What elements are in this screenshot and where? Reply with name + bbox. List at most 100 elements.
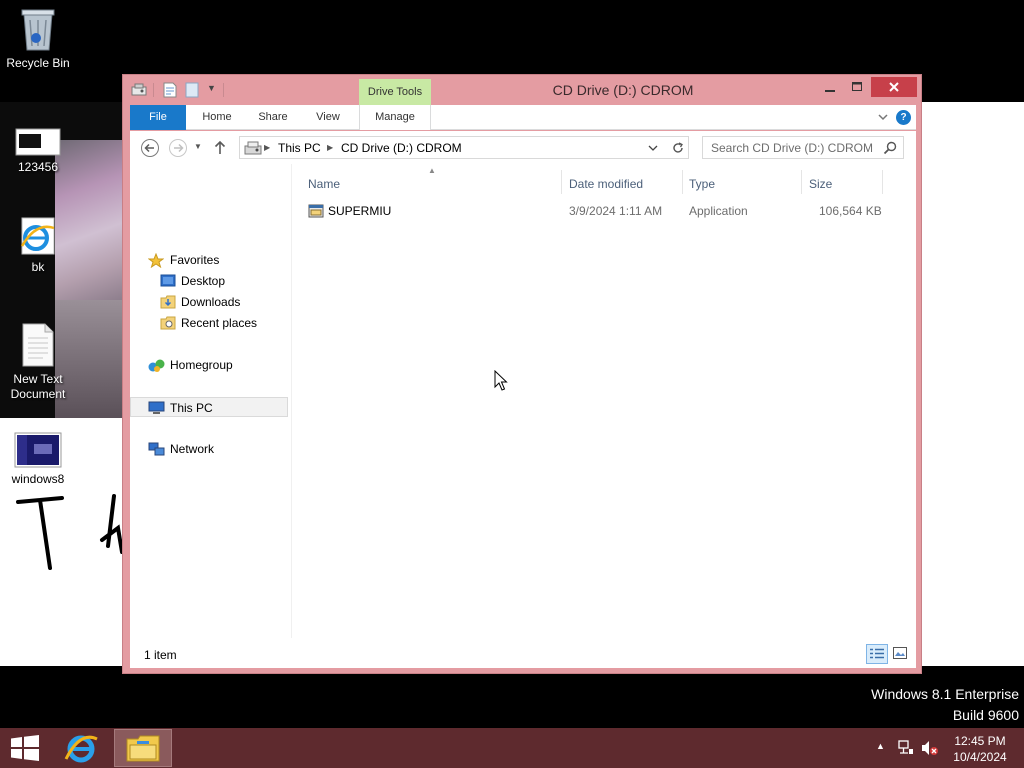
file-name: SUPERMIU <box>328 204 392 218</box>
title-bar[interactable]: ▼ Drive Tools CD Drive (D:) CDROM <box>123 75 921 105</box>
nav-network-label: Network <box>170 442 215 456</box>
clock-date: 10/4/2024 <box>953 750 1007 764</box>
clock-time: 12:45 PM <box>954 734 1006 748</box>
column-header-type[interactable]: Type <box>689 174 715 194</box>
image-file-icon <box>15 128 61 156</box>
tab-share[interactable]: Share <box>248 105 298 130</box>
tab-manage[interactable]: Manage <box>359 105 431 130</box>
column-divider[interactable] <box>801 170 802 194</box>
network-icon <box>148 442 165 456</box>
nav-item-label: Desktop <box>181 274 226 288</box>
up-arrow-icon[interactable] <box>210 138 230 158</box>
volume-muted-icon[interactable] <box>921 740 939 756</box>
file-row[interactable]: SUPERMIU 3/9/2024 1:11 AM Application 10… <box>302 200 882 222</box>
column-divider[interactable] <box>682 170 683 194</box>
network-tray-icon[interactable] <box>898 740 914 756</box>
details-view-button[interactable] <box>866 644 888 664</box>
refresh-icon <box>673 142 683 153</box>
column-header-name[interactable]: Name <box>308 174 340 194</box>
minimize-icon <box>825 90 835 92</box>
desktop-icon-label: bk <box>31 260 45 274</box>
navigation-bar: ▼ ▶ This PC ▶ CD Drive (D:) CDROM <box>130 131 916 164</box>
maximize-button[interactable] <box>844 77 870 97</box>
nav-this-pc[interactable]: This PC <box>130 397 288 417</box>
search-box[interactable] <box>702 136 904 159</box>
nav-favorites-label: Favorites <box>170 253 220 267</box>
start-button[interactable] <box>0 728 50 768</box>
search-icon[interactable] <box>883 141 897 155</box>
show-hidden-icons-chevron-icon[interactable]: ▲ <box>876 741 885 751</box>
close-icon <box>889 82 899 92</box>
file-explorer-window[interactable]: ▼ Drive Tools CD Drive (D:) CDROM File H… <box>122 74 922 674</box>
recent-locations-chevron-icon[interactable]: ▼ <box>194 142 202 151</box>
sort-ascending-icon: ▲ <box>428 166 436 175</box>
windows-logo-icon <box>11 735 39 761</box>
taskbar-file-explorer[interactable] <box>114 729 172 767</box>
breadcrumb-cd-drive[interactable]: CD Drive (D:) CDROM <box>341 141 462 155</box>
new-folder-icon[interactable] <box>185 81 199 99</box>
internet-explorer-icon <box>64 735 98 763</box>
large-icons-view-button[interactable] <box>890 644 912 664</box>
nav-homegroup-label: Homegroup <box>170 358 233 372</box>
nav-item-recent-places[interactable]: Recent places <box>130 313 288 333</box>
tab-home[interactable]: Home <box>192 105 242 130</box>
desktop-icon-123456[interactable]: 123456 <box>0 128 76 175</box>
file-size: 106,564 KB <box>819 204 882 218</box>
expand-ribbon-chevron-icon[interactable] <box>876 110 890 124</box>
contextual-tab-group-drive-tools: Drive Tools <box>359 79 431 105</box>
nav-item-downloads[interactable]: Downloads <box>130 292 288 312</box>
nav-homegroup[interactable]: Homegroup <box>130 355 288 375</box>
desktop-icon-windows8[interactable]: windows8 <box>0 432 76 487</box>
desktop-icon-recycle-bin[interactable]: Recycle Bin <box>0 6 76 71</box>
window-system-menu-icon[interactable] <box>131 81 147 99</box>
desktop-icon-bk[interactable]: bk <box>0 216 76 275</box>
watermark-build: Build 9600 <box>952 707 1019 723</box>
back-arrow-icon[interactable] <box>140 138 160 158</box>
address-bar[interactable]: ▶ This PC ▶ CD Drive (D:) CDROM <box>239 136 689 159</box>
desktop-icon-new-text-document[interactable]: New Text Document <box>0 322 76 402</box>
taskbar-internet-explorer[interactable] <box>56 728 106 768</box>
close-button[interactable] <box>871 77 917 97</box>
tab-file[interactable]: File <box>130 105 186 130</box>
minimize-button[interactable] <box>817 77 843 97</box>
recycle-bin-icon <box>21 9 55 51</box>
help-icon[interactable]: ? <box>896 110 911 125</box>
column-header-size[interactable]: Size <box>809 174 832 194</box>
column-header-date-modified[interactable]: Date modified <box>569 174 643 194</box>
file-list-pane[interactable]: ▲ Name Date modified Type Size SUPERMIU … <box>292 164 916 638</box>
details-view-icon <box>870 648 884 659</box>
desktop-icon-label: windows8 <box>11 472 65 486</box>
desktop-icon-label: 123456 <box>17 160 59 174</box>
nav-favorites[interactable]: Favorites <box>130 250 288 270</box>
nav-this-pc-label: This PC <box>170 401 213 415</box>
status-bar: 1 item <box>130 638 916 668</box>
address-history-chevron-icon[interactable] <box>648 143 658 153</box>
navigation-pane[interactable]: Favorites Desktop Downloads Recent place… <box>130 164 292 638</box>
cd-drive-icon <box>244 141 262 155</box>
screenshot-image-icon <box>14 432 62 468</box>
taskbar: ▲ 12:45 PM 10/4/2024 <box>0 728 1024 768</box>
window-title: CD Drive (D:) CDROM <box>552 82 694 98</box>
internet-explorer-icon <box>20 217 55 255</box>
this-pc-computer-icon <box>148 401 165 414</box>
forward-arrow-icon[interactable] <box>168 138 188 158</box>
properties-icon[interactable] <box>163 81 177 99</box>
nav-item-label: Recent places <box>181 316 258 330</box>
search-input[interactable] <box>703 137 881 158</box>
file-date-modified: 3/9/2024 1:11 AM <box>569 204 663 218</box>
status-item-count: 1 item <box>144 648 177 662</box>
taskbar-clock[interactable]: 12:45 PM 10/4/2024 <box>944 733 1016 765</box>
tab-view[interactable]: View <box>304 105 352 130</box>
column-divider[interactable] <box>882 170 883 194</box>
refresh-button[interactable] <box>667 136 689 159</box>
breadcrumb-separator-icon[interactable]: ▶ <box>264 143 270 152</box>
nav-item-desktop[interactable]: Desktop <box>130 271 288 291</box>
ribbon-tab-strip: File Home Share View Manage ? <box>130 105 916 130</box>
breadcrumb-this-pc[interactable]: This PC <box>278 141 321 155</box>
file-explorer-folder-icon <box>126 735 160 762</box>
windows-build-watermark: Windows 8.1 Enterprise Build 9600 <box>871 684 1019 726</box>
column-divider[interactable] <box>561 170 562 194</box>
breadcrumb-separator-icon[interactable]: ▶ <box>327 143 333 152</box>
nav-network[interactable]: Network <box>130 439 288 459</box>
customize-qat-chevron-icon[interactable]: ▼ <box>207 83 216 101</box>
